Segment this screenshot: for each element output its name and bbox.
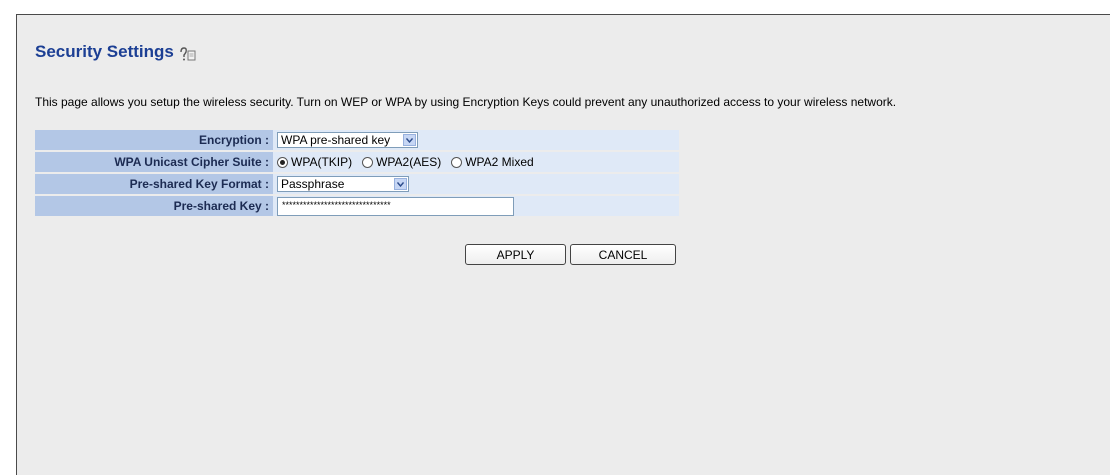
key-format-label: Pre-shared Key Format : bbox=[35, 174, 273, 194]
key-format-select[interactable]: Passphrase bbox=[277, 176, 409, 192]
radio-label: WPA2(AES) bbox=[376, 155, 442, 170]
psk-label: Pre-shared Key : bbox=[35, 196, 273, 216]
radio-button-checked[interactable] bbox=[277, 156, 288, 168]
radio-label: WPA2 Mixed bbox=[465, 155, 534, 170]
key-format-row: Pre-shared Key Format : Passphrase bbox=[35, 174, 679, 194]
psk-cell: ******************************* bbox=[273, 196, 679, 216]
help-icon[interactable] bbox=[179, 46, 197, 62]
radio-button[interactable] bbox=[362, 156, 374, 168]
radio-wpa-tkip[interactable]: WPA(TKIP) bbox=[277, 155, 352, 169]
chevron-down-icon bbox=[394, 178, 407, 190]
encryption-label: Encryption : bbox=[35, 130, 273, 150]
form-buttons: APPLY CANCEL bbox=[465, 244, 676, 265]
encryption-row: Encryption : WPA pre-shared key bbox=[35, 130, 679, 150]
encryption-cell: WPA pre-shared key bbox=[273, 130, 679, 150]
key-format-value: Passphrase bbox=[281, 177, 345, 191]
title-row: Security Settings bbox=[35, 42, 197, 62]
chevron-down-icon bbox=[403, 134, 416, 146]
apply-button[interactable]: APPLY bbox=[465, 244, 566, 265]
radio-button[interactable] bbox=[451, 156, 463, 168]
radio-label: WPA(TKIP) bbox=[291, 155, 353, 170]
page-description: This page allows you setup the wireless … bbox=[35, 95, 897, 109]
encryption-select[interactable]: WPA pre-shared key bbox=[277, 132, 418, 148]
psk-row: Pre-shared Key : ***********************… bbox=[35, 196, 679, 216]
cipher-suite-radios: WPA(TKIP) WPA2(AES) WPA2 Mixed bbox=[277, 155, 534, 169]
radio-wpa2-aes[interactable]: WPA2(AES) bbox=[362, 155, 441, 169]
psk-input[interactable]: ******************************* bbox=[277, 196, 514, 216]
cipher-suite-label: WPA Unicast Cipher Suite : bbox=[35, 152, 273, 172]
page-title: Security Settings bbox=[35, 42, 174, 61]
key-format-cell: Passphrase bbox=[273, 174, 679, 194]
cipher-suite-cell: WPA(TKIP) WPA2(AES) WPA2 Mixed bbox=[273, 152, 679, 172]
cipher-suite-row: WPA Unicast Cipher Suite : WPA(TKIP) WPA… bbox=[35, 152, 679, 172]
radio-wpa2-mixed[interactable]: WPA2 Mixed bbox=[451, 155, 534, 170]
encryption-value: WPA pre-shared key bbox=[281, 133, 391, 147]
cancel-button[interactable]: CANCEL bbox=[570, 244, 676, 265]
security-form: Encryption : WPA pre-shared key WPA Unic… bbox=[35, 128, 679, 218]
